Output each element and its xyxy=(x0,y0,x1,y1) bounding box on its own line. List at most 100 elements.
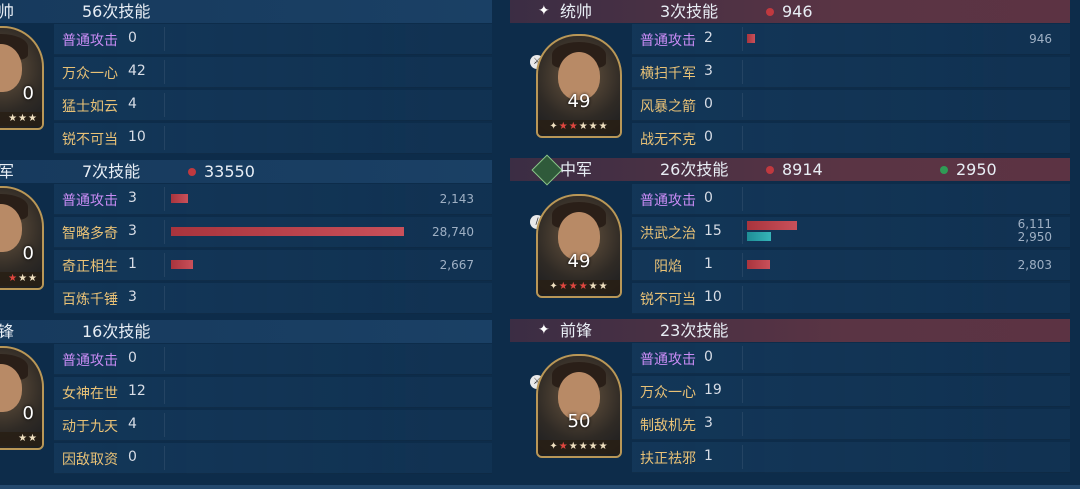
role-label: 军 xyxy=(0,162,15,181)
skill-name: 百炼千锤 xyxy=(62,292,118,308)
skill-row: 奇正相生 1 2,667 xyxy=(54,250,492,281)
skill-count-value: 3 xyxy=(128,223,137,239)
skill-name: 战无不克 xyxy=(640,132,696,148)
damage-red: 8914 xyxy=(766,158,823,181)
heal-bar xyxy=(747,232,772,241)
heart-shield-icon xyxy=(531,154,563,186)
skill-name: 风暴之箭 xyxy=(640,99,696,115)
row-divider xyxy=(164,446,165,470)
row-divider xyxy=(164,286,165,310)
red-dot-icon xyxy=(766,7,774,16)
role-label: 统帅 xyxy=(560,2,593,21)
left-section-3-header: 锋 16次技能 xyxy=(0,320,492,343)
row-divider xyxy=(742,27,743,51)
left-section-1: 帅 56次技能 0 ★★★ 普通攻击 0 万众一心 42 猛士如云 4 锐不可当… xyxy=(0,0,492,158)
damage-green: 2950 xyxy=(940,158,997,181)
skill-count-value: 0 xyxy=(704,190,713,206)
skill-count-value: 4 xyxy=(128,416,137,432)
skill-count-value: 3 xyxy=(704,63,713,79)
skill-row: 万众一心 19 xyxy=(632,376,1070,407)
skill-count-value: 3 xyxy=(128,289,137,305)
skill-name: 横扫千军 xyxy=(640,66,696,82)
hero-portrait[interactable]: 49 ✦★★★★★ xyxy=(536,194,622,298)
skill-count-value: 0 xyxy=(128,449,137,465)
skill-row: 制敌机先 3 xyxy=(632,409,1070,440)
left-team-panel: 帅 56次技能 0 ★★★ 普通攻击 0 万众一心 42 猛士如云 4 锐不可当… xyxy=(0,0,492,489)
hero-portrait[interactable]: 0 ★★★ xyxy=(0,186,44,290)
skill-count-value: 3 xyxy=(704,415,713,431)
star-rating: ✦★★★★★ xyxy=(538,280,620,294)
skill-name: 女神在世 xyxy=(62,386,118,402)
damage-value: 2,667 xyxy=(439,258,474,272)
skill-count-value: 12 xyxy=(128,383,146,399)
row-divider xyxy=(742,445,743,469)
skill-name: 扶正祛邪 xyxy=(640,451,696,467)
skill-count: 23次技能 xyxy=(660,321,729,340)
hero-level: 0 xyxy=(22,243,34,264)
hero-portrait[interactable]: 0 ★★★ xyxy=(0,26,44,130)
skill-count-value: 0 xyxy=(704,96,713,112)
skill-name: 普通攻击 xyxy=(62,33,118,49)
skill-count-value: 0 xyxy=(128,350,137,366)
skill-name: 洪武之治 xyxy=(640,226,696,242)
skill-count-value: 4 xyxy=(128,96,137,112)
skill-row: 万众一心 42 xyxy=(54,57,492,88)
role-label: 中军 xyxy=(560,160,593,179)
skill-count: 26次技能 xyxy=(660,160,729,179)
row-divider xyxy=(742,93,743,117)
skill-row: 动于九天 4 xyxy=(54,410,492,441)
hero-level: 0 xyxy=(22,83,34,104)
skill-name: 普通攻击 xyxy=(640,33,696,49)
damage-bar xyxy=(171,227,404,236)
skill-count-value: 0 xyxy=(704,129,713,145)
hero-portrait[interactable]: 0 ★★ xyxy=(0,346,44,450)
row-divider xyxy=(164,347,165,371)
left-section-2-header: 军 7次技能 33550 xyxy=(0,160,492,183)
skill-row: 战无不克 0 xyxy=(632,123,1070,154)
hero-level: 0 xyxy=(22,403,34,424)
sparkle-icon: ✦ xyxy=(538,322,550,338)
hero-portrait[interactable]: 50 ✦★★★★★ xyxy=(536,354,622,458)
skill-row: 因敌取资 0 xyxy=(54,443,492,474)
skill-row: 普通攻击 3 2,143 xyxy=(54,184,492,215)
row-divider xyxy=(164,27,165,51)
damage-red: 946 xyxy=(766,0,813,23)
row-divider xyxy=(742,60,743,84)
star-rating: ★★★ xyxy=(0,272,42,286)
skill-count-value: 2 xyxy=(704,30,713,46)
damage-green-value: 2950 xyxy=(956,160,997,179)
skill-row: 锐不可当 10 xyxy=(632,283,1070,314)
skill-row: 猛士如云 4 xyxy=(54,90,492,121)
damage-red: 33550 xyxy=(188,160,255,183)
right-section-3-header: ✦ 前锋 23次技能 xyxy=(510,319,1070,342)
skill-name: 普通攻击 xyxy=(640,352,696,368)
hero-portrait[interactable]: 49 ✦★★★★★ xyxy=(536,34,622,138)
right-section-2-header: 中军 26次技能 8914 2950 xyxy=(510,154,1070,186)
skill-name: 动于九天 xyxy=(62,419,118,435)
skill-name: 猛士如云 xyxy=(62,99,118,115)
skill-count-value: 0 xyxy=(128,30,137,46)
row-divider xyxy=(164,253,165,277)
skill-count-value: 10 xyxy=(704,289,722,305)
row-divider xyxy=(164,380,165,404)
damage-value: 946 xyxy=(1029,32,1052,46)
skill-count-value: 1 xyxy=(704,256,713,272)
damage-bar xyxy=(747,260,770,269)
row-divider xyxy=(164,187,165,211)
skill-row: 横扫千军 3 xyxy=(632,57,1070,88)
damage-value: 28,740 xyxy=(432,225,474,239)
skill-count-value: 10 xyxy=(128,129,146,145)
left-section-2: 军 7次技能 33550 0 ★★★ 普通攻击 3 2,143 智略多奇 3 2… xyxy=(0,160,492,318)
row-divider xyxy=(742,286,743,310)
skill-count-value: 3 xyxy=(128,190,137,206)
star-rating: ✦★★★★★ xyxy=(538,120,620,134)
right-section-2: 中军 26次技能 8914 2950 / 49 ✦★★★★★ 普通攻击 0 洪武… xyxy=(510,154,1070,318)
hero-level: 50 xyxy=(567,411,591,432)
skill-count-value: 15 xyxy=(704,223,722,239)
bottom-scroll-strip[interactable] xyxy=(0,485,1080,489)
damage-bar xyxy=(171,260,193,269)
sparkle-icon: ✦ xyxy=(538,3,550,19)
skill-row: 普通攻击 0 xyxy=(632,184,1070,215)
skill-count: 7次技能 xyxy=(82,162,141,181)
damage-bar xyxy=(747,221,797,230)
